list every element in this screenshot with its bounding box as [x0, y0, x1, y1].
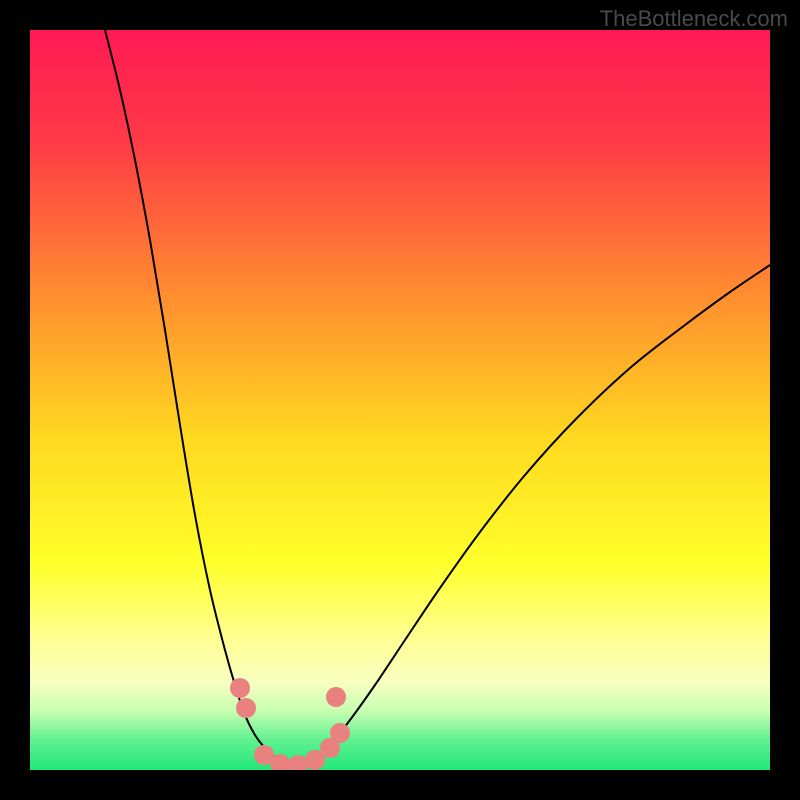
marker-dot [288, 755, 308, 770]
marker-dot [326, 687, 346, 707]
chart-curves [30, 30, 770, 770]
watermark-text: TheBottleneck.com [600, 6, 788, 32]
plot-area [30, 30, 770, 770]
chart-frame: TheBottleneck.com [0, 0, 800, 800]
curve-left-branch [105, 30, 295, 765]
curve-right-branch [295, 265, 770, 765]
marker-dot [330, 723, 350, 743]
marker-dot [230, 678, 250, 698]
marker-dot [236, 698, 256, 718]
